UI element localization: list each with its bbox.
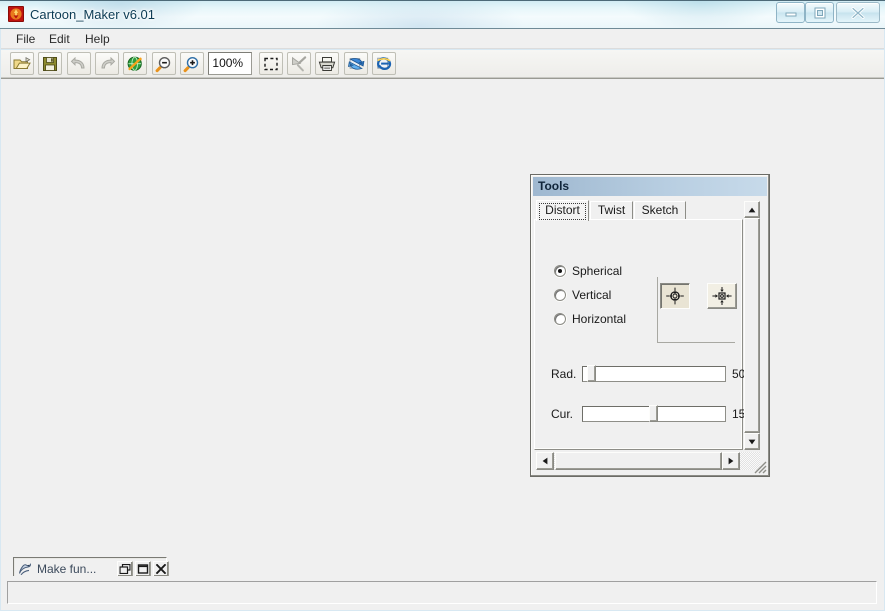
document-dragon-icon	[17, 561, 33, 577]
menu-file[interactable]: File	[11, 31, 40, 47]
horizontal-scroll-thumb[interactable]	[555, 452, 722, 470]
radius-label: Rad.	[551, 367, 577, 381]
child-close-button[interactable]	[153, 561, 169, 577]
maximize-button[interactable]	[805, 2, 834, 23]
tab-focus-outline	[539, 203, 586, 220]
application-window: Cartoon_Maker v6.01 File Edit Help 100% …	[0, 0, 885, 611]
open-folder-button[interactable]	[10, 52, 34, 75]
picker-button[interactable]	[287, 52, 312, 75]
select-region-button[interactable]	[258, 52, 283, 75]
radio-vertical-indicator	[554, 289, 566, 301]
tools-palette-window[interactable]: Tools Distort Twist Sketch Spherical Ver…	[530, 174, 770, 477]
tab-sketch[interactable]: Sketch	[634, 201, 686, 220]
window-titlebar: Cartoon_Maker v6.01	[0, 0, 885, 29]
tab-sketch-label: Sketch	[641, 203, 679, 217]
scroll-left-button[interactable]	[536, 452, 554, 470]
refresh-button[interactable]	[343, 52, 368, 75]
zoom-level-input[interactable]: 100%	[208, 52, 253, 75]
tools-palette-title: Tools	[538, 179, 570, 193]
minimize-button[interactable]	[776, 2, 805, 23]
browser-button[interactable]	[372, 52, 397, 75]
tools-vertical-scrollbar[interactable]	[744, 201, 760, 450]
curvature-label: Cur.	[551, 407, 574, 421]
bulge-outward-button[interactable]	[660, 283, 690, 309]
print-button[interactable]	[315, 52, 340, 75]
radio-spherical-label: Spherical	[572, 264, 623, 278]
tools-tab-strip: Distort Twist Sketch	[536, 200, 743, 221]
zoom-in-button[interactable]	[180, 52, 205, 75]
scroll-right-button[interactable]	[722, 452, 740, 470]
undo-button[interactable]	[66, 52, 91, 75]
radius-slider-row: Rad. 50	[535, 364, 745, 386]
menu-edit[interactable]: Edit	[44, 31, 75, 47]
radius-slider[interactable]	[582, 365, 726, 382]
radio-spherical-indicator	[554, 265, 566, 277]
mdi-client-area[interactable]: Tools Distort Twist Sketch Spherical Ver…	[1, 78, 884, 581]
scroll-down-button[interactable]	[744, 433, 760, 450]
child-restore-button[interactable]	[117, 561, 133, 577]
status-text-panel	[7, 581, 877, 604]
close-button[interactable]	[836, 2, 880, 23]
radio-horizontal-indicator	[554, 313, 566, 325]
curvature-slider[interactable]	[582, 405, 726, 422]
vertical-scroll-thumb[interactable]	[744, 218, 760, 433]
save-button[interactable]	[38, 52, 63, 75]
zoom-out-button[interactable]	[151, 52, 176, 75]
toolbar: 100%	[1, 50, 884, 78]
pinch-inward-button[interactable]	[707, 283, 737, 309]
zoom-level-value: 100%	[212, 56, 244, 70]
tab-twist[interactable]: Twist	[590, 201, 633, 220]
tab-distort[interactable]: Distort	[536, 200, 589, 221]
child-maximize-button[interactable]	[135, 561, 151, 577]
redo-button[interactable]	[95, 52, 120, 75]
tab-twist-label: Twist	[597, 203, 626, 217]
menu-help[interactable]: Help	[80, 31, 115, 47]
window-title: Cartoon_Maker v6.01	[30, 7, 156, 22]
fit-to-window-button[interactable]	[123, 52, 148, 75]
radio-horizontal-label: Horizontal	[572, 312, 627, 326]
radio-vertical-label: Vertical	[572, 288, 612, 302]
tools-palette-titlebar[interactable]: Tools	[533, 177, 767, 196]
distort-mode-group	[657, 277, 737, 343]
curvature-slider-thumb[interactable]	[649, 405, 658, 422]
curvature-slider-row: Cur. 15	[535, 404, 745, 426]
distort-tab-page: Spherical Vertical Horizontal Rad. 50 Cu…	[534, 219, 745, 450]
tools-horizontal-scrollbar[interactable]	[536, 452, 760, 470]
statusbar	[1, 576, 884, 610]
radius-slider-thumb[interactable]	[587, 365, 596, 382]
app-logo-icon	[8, 6, 24, 22]
tools-palette-body: Distort Twist Sketch Spherical Vertical …	[534, 197, 766, 473]
menubar: File Edit Help	[1, 29, 884, 49]
resize-grip[interactable]	[752, 459, 768, 475]
minimized-child-title: Make fun...	[37, 562, 97, 576]
scroll-up-button[interactable]	[744, 201, 760, 218]
